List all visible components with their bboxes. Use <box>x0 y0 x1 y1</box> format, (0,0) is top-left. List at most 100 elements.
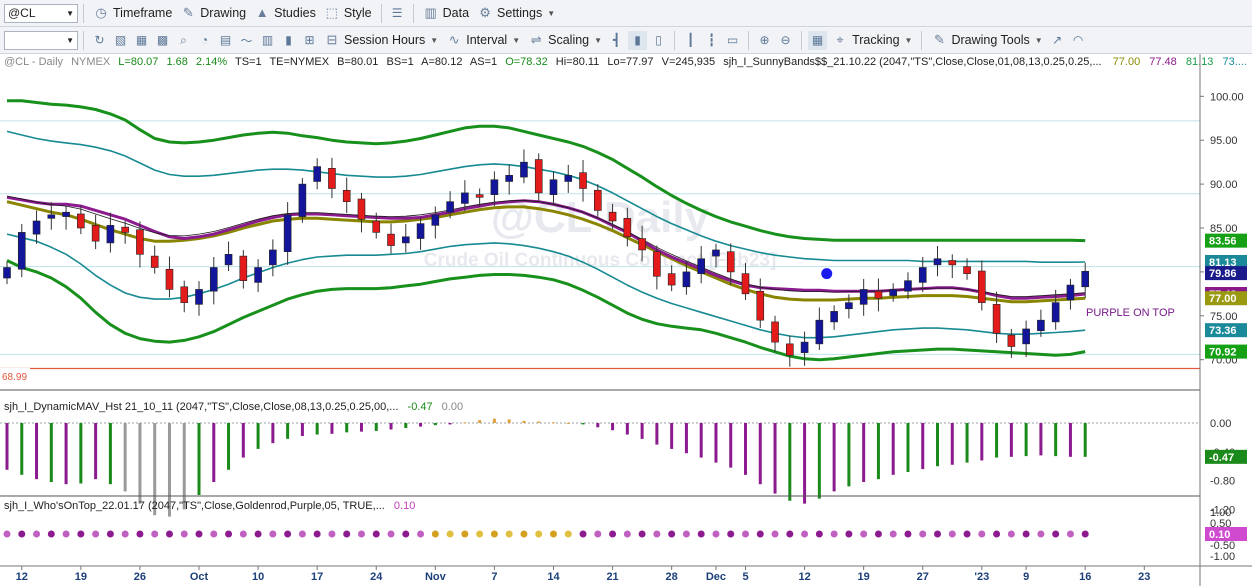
tracking-icon: ⌖ <box>836 32 844 47</box>
candle <box>239 255 248 281</box>
zoom-search-icon[interactable]: ⌕ <box>174 31 193 50</box>
timeframe-menu[interactable]: ◷ Timeframe <box>89 3 176 24</box>
time-tick-label: Oct <box>190 571 209 583</box>
who-on-top-dot <box>269 530 277 538</box>
who-on-top-dot <box>239 530 247 538</box>
symbol-selector[interactable]: @CL ▼ <box>4 3 78 23</box>
scaling-menu[interactable]: ⇌ Scaling ▼ <box>524 30 606 51</box>
data-menu[interactable]: ▥ Data <box>419 3 473 24</box>
speedometer-icon[interactable]: ◠ <box>1069 31 1088 50</box>
drawing-menu[interactable]: ✎ Drawing <box>176 3 250 24</box>
interval-input[interactable]: ▼ <box>4 30 78 50</box>
trend-icon[interactable]: ↗ <box>1048 31 1067 50</box>
pencil-icon: ✎ <box>182 5 194 20</box>
histogram-tick-label: 0.00 <box>1210 418 1231 430</box>
bars-icon[interactable]: ▮ <box>279 31 298 50</box>
candle <box>461 192 469 204</box>
crosshair-icon[interactable]: ▦ <box>808 30 828 50</box>
tracking-menu[interactable]: ⌖ Tracking ▼ <box>828 30 916 51</box>
studies-label: Studies <box>274 6 316 20</box>
histogram-bar <box>35 423 39 480</box>
candle <box>874 290 883 299</box>
who-on-top-dot <box>638 530 646 538</box>
candle <box>1022 328 1030 345</box>
studies-menu[interactable]: ▲ Studies <box>250 3 320 24</box>
drawing-tools-menu[interactable]: ✎ Drawing Tools ▼ <box>927 30 1046 51</box>
ohlc-bars-icon[interactable]: ┫ <box>607 31 626 50</box>
who-on-top-dot <box>417 530 425 538</box>
time-tick-label: 24 <box>370 571 383 583</box>
histogram-bar <box>876 423 880 480</box>
chart-header: @CL - Daily NYMEX L=80.07 1.68 2.14% TS=… <box>4 56 1247 68</box>
histogram-bar <box>1068 423 1072 457</box>
time-tick-label: 28 <box>666 571 678 583</box>
session-hours-menu[interactable]: ⊟ Session Hours ▼ <box>320 30 442 51</box>
hollow-candles-icon[interactable]: ▯ <box>649 31 668 50</box>
interval-menu[interactable]: ∿ Interval ▼ <box>442 30 524 51</box>
price-axis: 100.0095.0090.0085.0080.0075.0070.0083.5… <box>1200 91 1247 367</box>
histogram-bar <box>625 423 629 435</box>
style-menu[interactable]: ⬚ Style <box>320 3 376 24</box>
histogram-bar <box>965 423 969 463</box>
candle <box>564 175 573 182</box>
price-tick-label: 95.00 <box>1210 135 1238 147</box>
drawing-label: Drawing <box>200 6 247 20</box>
compress-icon[interactable]: ⊞ <box>300 31 319 50</box>
candle <box>756 290 765 321</box>
histogram-bar <box>522 420 526 423</box>
time-tick-label: '23 <box>974 571 989 583</box>
header-ts: TS=1 <box>235 56 262 68</box>
histogram-bar <box>345 423 349 433</box>
who-on-top-dot <box>1066 530 1074 538</box>
histogram-bar <box>611 423 615 431</box>
format-icon[interactable]: ▧ <box>111 31 130 50</box>
panel-icon[interactable]: ▭ <box>723 31 742 50</box>
chart-area[interactable]: @CL DailyCrude Oil Continuous Contract [… <box>0 54 1252 586</box>
header-as: AS=1 <box>470 56 497 68</box>
who-on-top-dot <box>978 530 986 538</box>
header-bs: BS=1 <box>386 56 413 68</box>
who-on-top-dot <box>77 530 85 538</box>
chart-type-icon[interactable]: ▩ <box>153 31 172 50</box>
candle <box>136 229 144 255</box>
studies-icon: ▲ <box>255 5 269 20</box>
who-on-top-dot <box>210 530 218 538</box>
histogram-bar <box>980 423 984 461</box>
candles-icon[interactable]: ▮ <box>628 30 648 50</box>
volume-bars-icon[interactable]: ┃ <box>681 31 700 50</box>
settings-menu[interactable]: ⚙ Settings ▼ <box>473 3 559 24</box>
price-line-label: 68.99 <box>2 372 27 383</box>
chart-icon[interactable]: ▤ <box>216 31 235 50</box>
header-low: Lo=77.97 <box>607 56 653 68</box>
zoom-in-icon[interactable]: ⊕ <box>755 31 774 50</box>
who-on-top-dot <box>33 530 41 538</box>
dot-plot-icon[interactable]: ┇ <box>702 31 721 50</box>
who-on-top-dot <box>697 530 705 538</box>
grid-icon[interactable]: ▦ <box>132 31 151 50</box>
clock-icon[interactable]: ◔ <box>195 31 214 50</box>
chevron-down-icon: ▼ <box>904 35 913 45</box>
chevron-down-icon: ▼ <box>66 35 74 45</box>
who-on-top-dot <box>402 530 410 538</box>
timeframe-icon: ◷ <box>95 5 107 20</box>
last-value-label: 70.92 <box>1209 347 1237 359</box>
scaling-icon: ⇌ <box>530 32 542 47</box>
who-on-top-dot <box>151 530 159 538</box>
histogram-bar <box>936 423 940 467</box>
layout-icon[interactable]: ☰ <box>388 4 407 23</box>
candle <box>712 249 720 257</box>
refresh-icon[interactable]: ↻ <box>90 31 109 50</box>
header-ask: A=80.12 <box>421 56 462 68</box>
header-value-1: 77.00 <box>1113 56 1141 68</box>
gear-icon: ⚙ <box>479 5 491 20</box>
indicator-icon[interactable]: ▥ <box>258 31 277 50</box>
divider <box>412 3 414 23</box>
who-on-top-dot <box>1007 530 1015 538</box>
line-chart-icon[interactable]: 〜 <box>237 31 256 50</box>
candle <box>918 267 927 283</box>
annotation-purple-on-top: PURPLE ON TOP <box>1086 307 1175 319</box>
histogram-bar <box>566 423 570 424</box>
header-value-2: 77.48 <box>1149 56 1177 68</box>
candle <box>667 273 676 286</box>
zoom-out-icon[interactable]: ⊖ <box>776 31 795 50</box>
